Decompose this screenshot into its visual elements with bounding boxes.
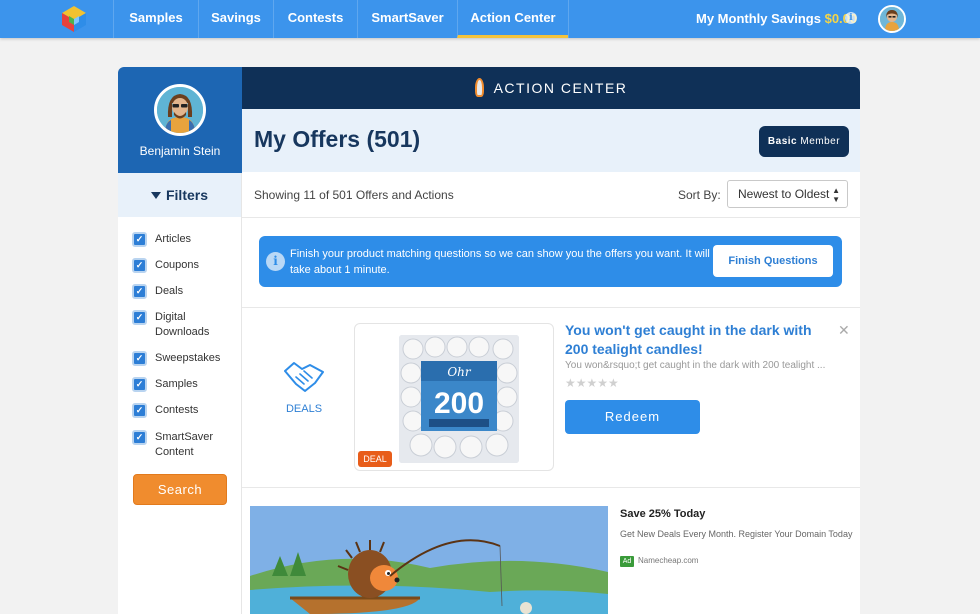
nav-samples[interactable]: Samples bbox=[113, 0, 198, 38]
member-level-badge[interactable]: Basic Member bbox=[759, 126, 849, 157]
page-title: My Offers (501) bbox=[254, 126, 421, 152]
nav-contests[interactable]: Contests bbox=[273, 0, 357, 38]
checkbox-checked-icon[interactable]: ✓ bbox=[132, 403, 147, 418]
sort-label: Sort By: bbox=[678, 188, 721, 202]
checkbox-checked-icon[interactable]: ✓ bbox=[132, 430, 147, 445]
close-icon[interactable]: ✕ bbox=[838, 322, 850, 339]
filter-label: Digital Downloads bbox=[155, 311, 210, 338]
nav-savings[interactable]: Savings bbox=[198, 0, 273, 38]
offer-type-label: DEALS bbox=[285, 403, 323, 415]
monthly-savings[interactable]: My Monthly Savings $0.00 bbox=[696, 11, 857, 26]
filters-sidebar: Filters ✓ Articles ✓ Coupons ✓ Deals ✓ D… bbox=[118, 173, 242, 614]
ad-title[interactable]: Save 25% Today bbox=[620, 508, 705, 520]
rating-stars-icon[interactable]: ★★★★★ bbox=[565, 376, 619, 390]
checkbox-checked-icon[interactable]: ✓ bbox=[132, 310, 147, 325]
sort-select[interactable]: Newest to Oldest ▲ ▼ bbox=[727, 180, 848, 208]
filter-label: Deals bbox=[155, 285, 184, 297]
checkbox-checked-icon[interactable]: ✓ bbox=[132, 351, 147, 366]
filters-heading-label: Filters bbox=[165, 187, 208, 203]
filter-label: Articles bbox=[155, 233, 192, 245]
nav-action-center[interactable]: Action Center bbox=[457, 0, 568, 38]
finish-questions-button[interactable]: Finish Questions bbox=[713, 245, 833, 277]
filter-label: Sweepstakes bbox=[155, 352, 221, 364]
avatar-portrait-icon bbox=[880, 7, 904, 31]
notice-text: Finish your product matching questions s… bbox=[290, 248, 710, 276]
filter-label: Coupons bbox=[155, 259, 200, 271]
tealight-candles-image: Ohr 200 bbox=[399, 335, 519, 463]
rocket-icon bbox=[474, 77, 484, 97]
profile-name: Benjamin Stein bbox=[139, 144, 221, 158]
checkbox-checked-icon[interactable]: ✓ bbox=[132, 258, 147, 273]
handshake-icon bbox=[284, 362, 324, 392]
sort-arrows-icon: ▲ ▼ bbox=[832, 186, 840, 204]
profile-avatar[interactable] bbox=[154, 84, 206, 136]
offer-title[interactable]: You won't get caught in the dark with 20… bbox=[565, 321, 825, 359]
ad-illustration[interactable] bbox=[250, 506, 608, 614]
info-icon: i bbox=[266, 252, 285, 271]
ad-domain[interactable]: Namecheap.com bbox=[638, 556, 698, 565]
product-count-text: 200 bbox=[434, 387, 484, 420]
sort-selected-value: Newest to Oldest bbox=[738, 187, 830, 201]
divider bbox=[242, 307, 860, 308]
product-image-card[interactable]: Ohr 200 bbox=[354, 323, 554, 471]
savings-label: My Monthly Savings bbox=[696, 11, 821, 26]
divider bbox=[242, 487, 860, 488]
member-label: Member bbox=[800, 136, 841, 147]
filter-label: Samples bbox=[155, 378, 198, 390]
questions-notice: i Finish your product matching questions… bbox=[259, 236, 842, 287]
nav-divider bbox=[568, 0, 569, 38]
funnel-icon bbox=[150, 192, 161, 199]
offer-subtitle: You won&rsquo;t get caught in the dark w… bbox=[565, 360, 826, 371]
filters-heading: Filters bbox=[118, 173, 241, 217]
deal-badge: DEAL bbox=[358, 451, 392, 467]
profile-card: Benjamin Stein bbox=[118, 67, 242, 173]
ad-badge: Ad bbox=[620, 556, 634, 567]
candle-package-icon: Ohr 200 bbox=[399, 335, 519, 463]
search-button[interactable]: Search bbox=[133, 474, 227, 505]
svg-text:Ohr: Ohr bbox=[447, 365, 472, 379]
main-panel: ACTION CENTER My Offers (501) Basic Memb… bbox=[242, 67, 860, 614]
nav-smartsaver[interactable]: SmartSaver bbox=[357, 0, 457, 38]
checkbox-checked-icon[interactable]: ✓ bbox=[132, 284, 147, 299]
top-navigation-bar: Samples Savings Contests SmartSaver Acti… bbox=[0, 0, 980, 38]
action-center-title: ACTION CENTER bbox=[493, 80, 628, 96]
user-avatar[interactable] bbox=[878, 5, 906, 33]
hedgehog-fishing-illustration-icon bbox=[250, 506, 608, 614]
filter-label: Contests bbox=[155, 404, 199, 416]
offers-title-band: My Offers (501) Basic Member bbox=[242, 109, 860, 172]
ad-description: Get New Deals Every Month. Register Your… bbox=[620, 529, 853, 539]
redeem-button[interactable]: Redeem bbox=[565, 400, 700, 434]
avatar-portrait-icon bbox=[157, 87, 203, 133]
checkbox-checked-icon[interactable]: ✓ bbox=[132, 232, 147, 247]
logo-cube-icon[interactable] bbox=[60, 5, 88, 33]
info-icon[interactable]: i bbox=[845, 12, 857, 24]
filter-label: SmartSaver Content bbox=[155, 431, 214, 458]
results-count: Showing 11 of 501 Offers and Actions bbox=[254, 188, 454, 202]
member-level: Basic bbox=[767, 136, 798, 147]
divider bbox=[242, 217, 860, 218]
action-center-header: ACTION CENTER bbox=[242, 67, 860, 109]
checkbox-checked-icon[interactable]: ✓ bbox=[132, 377, 147, 392]
